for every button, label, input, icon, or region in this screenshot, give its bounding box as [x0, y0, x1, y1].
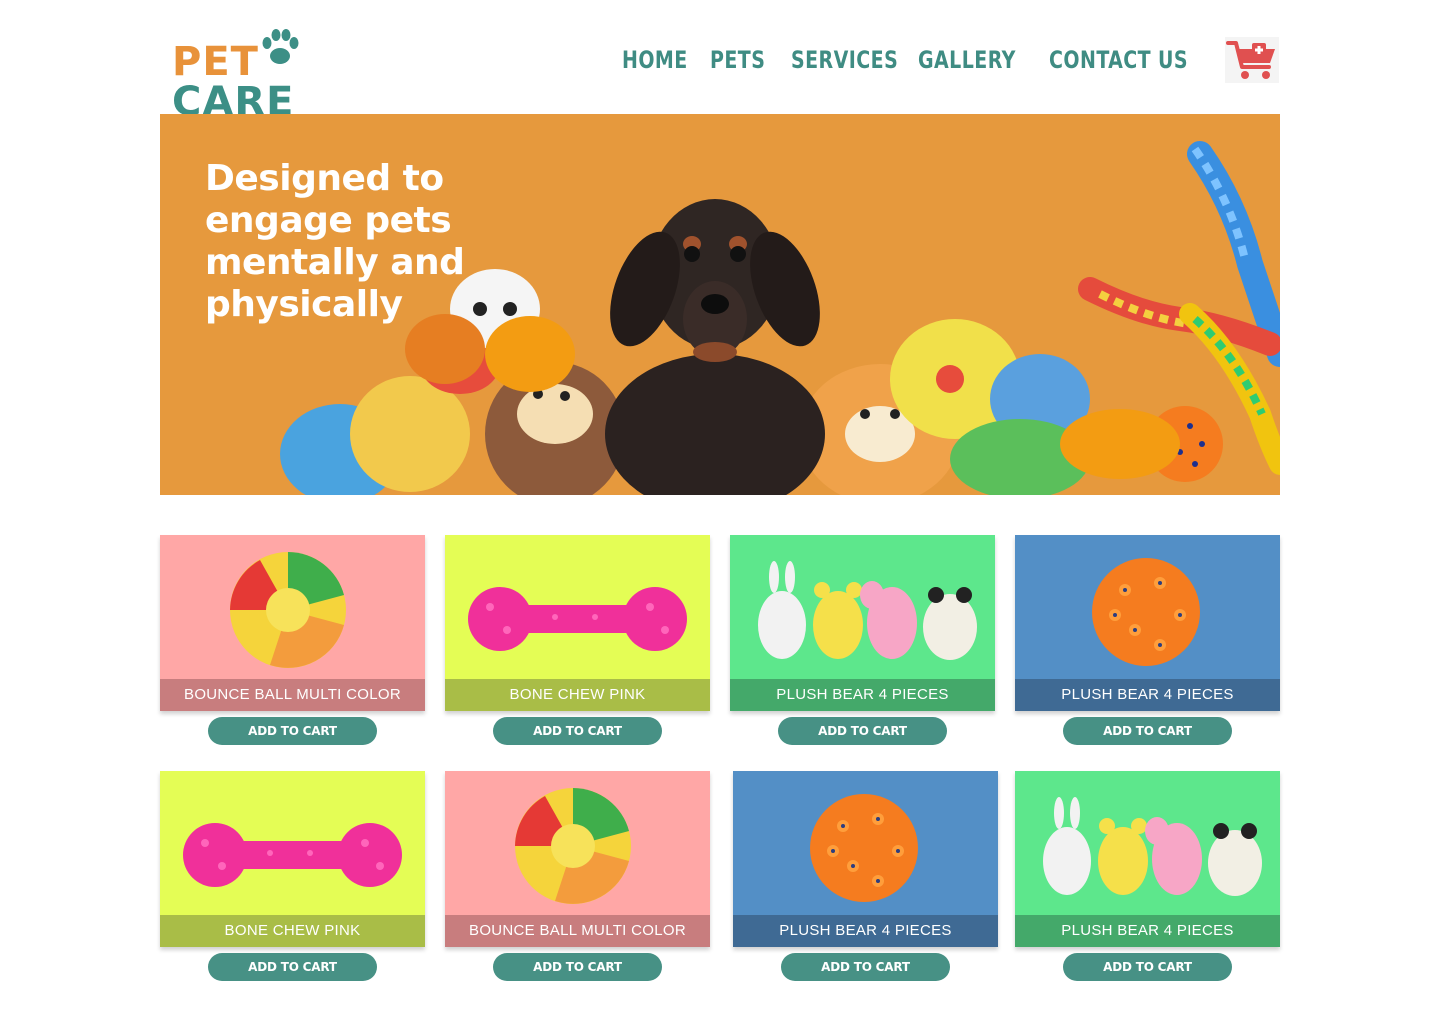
- spiky-orange-ball-icon: [810, 794, 918, 902]
- multicolor-ball-icon: [515, 788, 631, 904]
- main-nav: HOME PETS SERVICES GALLERY CONTACT US: [0, 46, 1440, 76]
- multicolor-ball-icon: [230, 552, 346, 668]
- spiky-orange-ball-icon: [1092, 558, 1200, 666]
- product-name: PLUSH BEAR 4 PIECES: [733, 915, 998, 947]
- product-card[interactable]: BOUNCE BALL MULTI COLOR: [160, 535, 425, 711]
- hero-banner: Designed to engage pets mentally and phy…: [160, 114, 1280, 495]
- nav-home[interactable]: HOME: [622, 46, 688, 74]
- product-name: PLUSH BEAR 4 PIECES: [1015, 679, 1280, 711]
- product-name: BONE CHEW PINK: [160, 915, 425, 947]
- plush-animals-icon: [758, 561, 977, 660]
- plush-animals-icon: [1043, 797, 1262, 896]
- product-card[interactable]: PLUSH BEAR 4 PIECES: [1015, 535, 1280, 711]
- add-to-cart-button[interactable]: ADD TO CART: [1063, 717, 1232, 745]
- add-to-cart-button[interactable]: ADD TO CART: [208, 953, 377, 981]
- product-name: BONE CHEW PINK: [445, 679, 710, 711]
- product-name: PLUSH BEAR 4 PIECES: [1015, 915, 1280, 947]
- nav-pets[interactable]: PETS: [710, 46, 765, 74]
- nav-gallery[interactable]: GALLERY: [918, 46, 1016, 74]
- product-name: PLUSH BEAR 4 PIECES: [730, 679, 995, 711]
- product-name: BOUNCE BALL MULTI COLOR: [160, 679, 425, 711]
- add-to-cart-button[interactable]: ADD TO CART: [781, 953, 950, 981]
- add-to-cart-button[interactable]: ADD TO CART: [493, 953, 662, 981]
- shopping-cart-plus-icon: [1226, 41, 1275, 79]
- product-card[interactable]: PLUSH BEAR 4 PIECES: [1015, 771, 1280, 947]
- cart-button[interactable]: [1225, 37, 1279, 83]
- product-card[interactable]: PLUSH BEAR 4 PIECES: [730, 535, 995, 711]
- add-to-cart-button[interactable]: ADD TO CART: [208, 717, 377, 745]
- add-to-cart-button[interactable]: ADD TO CART: [493, 717, 662, 745]
- product-card[interactable]: PLUSH BEAR 4 PIECES: [733, 771, 998, 947]
- add-to-cart-button[interactable]: ADD TO CART: [1063, 953, 1232, 981]
- product-card[interactable]: BOUNCE BALL MULTI COLOR: [445, 771, 710, 947]
- product-name: BOUNCE BALL MULTI COLOR: [445, 915, 710, 947]
- pink-bone-icon: [183, 823, 402, 887]
- nav-services[interactable]: SERVICES: [791, 46, 898, 74]
- dachshund-icon: [605, 199, 825, 495]
- product-card[interactable]: BONE CHEW PINK: [445, 535, 710, 711]
- hero-title: Designed to engage pets mentally and phy…: [205, 158, 465, 325]
- add-to-cart-button[interactable]: ADD TO CART: [778, 717, 947, 745]
- product-card[interactable]: BONE CHEW PINK: [160, 771, 425, 947]
- nav-contact-us[interactable]: CONTACT US: [1049, 46, 1188, 74]
- pink-bone-icon: [468, 587, 687, 651]
